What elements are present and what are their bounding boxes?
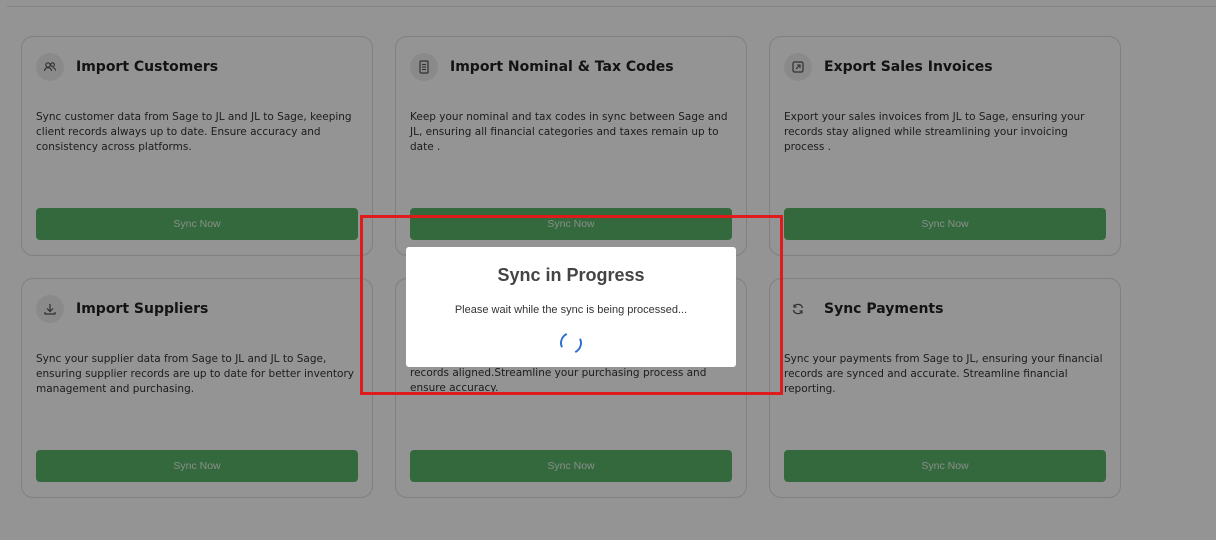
highlight-box	[360, 215, 783, 395]
